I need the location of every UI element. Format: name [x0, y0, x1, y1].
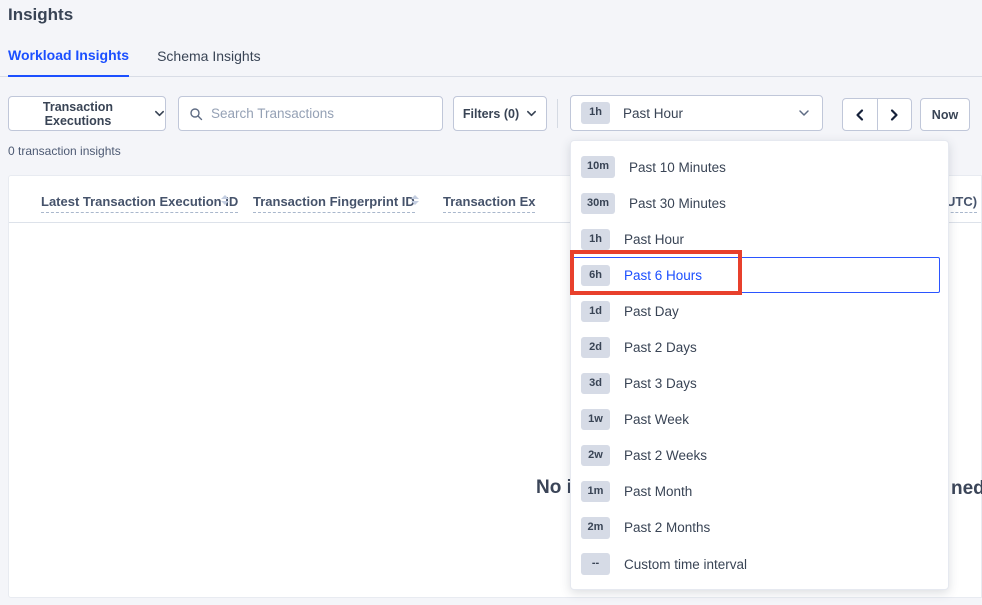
insights-page: Insights Workload Insights Schema Insigh…	[0, 0, 982, 605]
time-option-badge: 30m	[581, 193, 615, 214]
time-range-dropdown[interactable]: 1h Past Hour	[570, 95, 823, 131]
filters-label: Filters (0)	[463, 107, 519, 121]
time-option-2d[interactable]: 2d Past 2 Days	[572, 329, 940, 365]
time-option-badge: 2w	[581, 445, 610, 466]
time-option-label: Past Hour	[624, 232, 684, 247]
tab-workload-insights[interactable]: Workload Insights	[8, 47, 129, 77]
transaction-type-label: Transaction Executions	[9, 100, 147, 128]
toolbar-divider	[557, 99, 558, 128]
filters-dropdown[interactable]: Filters (0)	[453, 96, 547, 131]
column-header-transaction-execution[interactable]: Transaction Ex	[443, 194, 535, 213]
time-pager	[842, 98, 912, 131]
chevron-down-icon	[798, 107, 810, 119]
transaction-type-dropdown[interactable]: Transaction Executions	[8, 96, 166, 131]
time-option-badge: 2d	[581, 337, 610, 358]
time-option-10m[interactable]: 10m Past 10 Minutes	[572, 149, 940, 185]
time-option-30m[interactable]: 30m Past 30 Minutes	[572, 185, 940, 221]
results-count: 0 transaction insights	[8, 144, 121, 158]
time-option-2m[interactable]: 2m Past 2 Months	[572, 510, 940, 546]
time-option-label: Past 3 Days	[624, 376, 697, 391]
chevron-left-icon	[853, 108, 867, 122]
time-range-badge: 1h	[581, 102, 610, 123]
time-option-badge: 2m	[581, 517, 610, 538]
chevron-down-icon	[154, 108, 165, 119]
time-option-label: Past 6 Hours	[624, 268, 702, 283]
time-option-label: Past 2 Days	[624, 340, 697, 355]
time-option-badge: 1w	[581, 409, 610, 430]
sort-icon[interactable]	[221, 195, 229, 205]
time-option-label: Past Day	[624, 304, 679, 319]
time-option-badge: 6h	[581, 265, 610, 286]
time-option-3d[interactable]: 3d Past 3 Days	[572, 366, 940, 402]
now-button[interactable]: Now	[920, 98, 970, 131]
time-option-badge: 1m	[581, 481, 610, 502]
time-option-label: Past Month	[624, 484, 692, 499]
time-option-1d[interactable]: 1d Past Day	[572, 293, 940, 329]
column-header-transaction-fingerprint-id[interactable]: Transaction Fingerprint ID	[253, 194, 415, 213]
time-option-label: Past 30 Minutes	[629, 196, 726, 211]
time-option-1m[interactable]: 1m Past Month	[572, 474, 940, 510]
time-option-badge: 10m	[581, 156, 615, 177]
time-option-badge: 3d	[581, 373, 610, 394]
time-option-badge: 1d	[581, 301, 610, 322]
empty-state-text-fragment: ned.	[951, 478, 982, 500]
column-header-latest-transaction-execution-id[interactable]: Latest Transaction Execution ID	[41, 194, 238, 213]
time-option-label: Past 2 Weeks	[624, 448, 707, 463]
time-options-menu: 10m Past 10 Minutes 30m Past 30 Minutes 1h Pa…	[570, 140, 949, 590]
sort-icon[interactable]	[411, 195, 419, 205]
time-option-label: Custom time interval	[624, 557, 747, 572]
time-option-custom[interactable]: -- Custom time interval	[572, 546, 940, 582]
time-option-6h[interactable]: 6h Past 6 Hours	[572, 257, 940, 293]
search-input[interactable]	[211, 106, 432, 121]
tab-schema-insights[interactable]: Schema Insights	[157, 48, 261, 76]
time-option-badge: --	[581, 553, 610, 574]
search-icon	[189, 107, 203, 121]
time-next-button[interactable]	[878, 99, 912, 130]
time-prev-button[interactable]	[843, 99, 878, 130]
page-title: Insights	[8, 5, 73, 25]
time-range-label: Past Hour	[623, 106, 683, 121]
column-header-utc[interactable]: UTC)	[946, 194, 977, 213]
chevron-right-icon	[887, 108, 901, 122]
chevron-down-icon	[526, 108, 537, 119]
time-option-1h[interactable]: 1h Past Hour	[572, 221, 940, 257]
time-option-label: Past 10 Minutes	[629, 160, 726, 175]
time-option-label: Past 2 Months	[624, 520, 710, 535]
time-option-label: Past Week	[624, 412, 689, 427]
search-box	[178, 96, 443, 131]
time-option-badge: 1h	[581, 229, 610, 250]
time-option-2w[interactable]: 2w Past 2 Weeks	[572, 438, 940, 474]
time-option-1w[interactable]: 1w Past Week	[572, 402, 940, 438]
tab-bar: Workload Insights Schema Insights	[0, 44, 982, 77]
